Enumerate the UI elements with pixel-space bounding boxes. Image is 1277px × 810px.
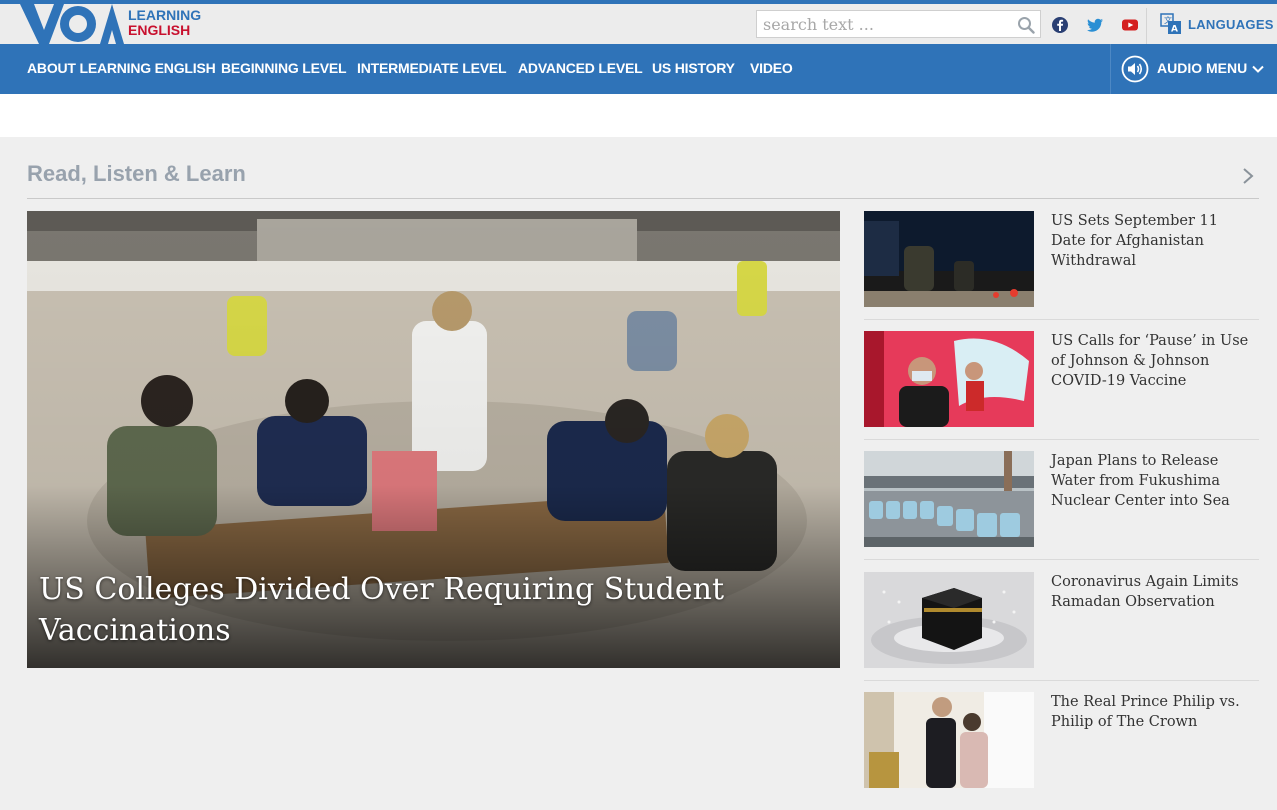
search-icon[interactable] — [1017, 16, 1035, 34]
chevron-right-icon[interactable] — [1241, 166, 1255, 186]
site-logo[interactable]: LEARNING ENGLISH — [20, 4, 220, 44]
story-item[interactable]: Coronavirus Again Limits Ramadan Observa… — [864, 572, 1259, 668]
search-box[interactable] — [756, 10, 1041, 38]
story-divider — [864, 319, 1259, 320]
story-thumbnail — [864, 572, 1034, 668]
story-item[interactable]: US Calls for ‘Pause’ in Use of Johnson &… — [864, 331, 1259, 427]
logo-line-english: ENGLISH — [128, 22, 191, 38]
speaker-icon — [1121, 55, 1149, 83]
logo-line-learning: LEARNING — [128, 7, 202, 23]
section-divider — [27, 198, 1259, 199]
nav-us-history[interactable]: US HISTORY — [652, 60, 735, 76]
story-thumbnail — [864, 211, 1034, 307]
story-item[interactable]: US Sets September 11 Date for Afghanista… — [864, 211, 1259, 307]
nav-intermediate-level[interactable]: INTERMEDIATE LEVEL — [357, 60, 507, 76]
languages-label: LANGUAGES — [1188, 16, 1274, 32]
story-headline[interactable]: Coronavirus Again Limits Ramadan Observa… — [1051, 572, 1256, 612]
nav-about-learning-english[interactable]: ABOUT LEARNING ENGLISH — [27, 60, 216, 76]
svg-text:文: 文 — [1164, 15, 1172, 25]
story-divider — [864, 439, 1259, 440]
story-headline[interactable]: US Sets September 11 Date for Afghanista… — [1051, 211, 1256, 271]
audio-menu-label: AUDIO MENU — [1157, 60, 1248, 76]
facebook-icon[interactable] — [1051, 16, 1069, 34]
audio-menu-button[interactable]: AUDIO MENU — [1110, 44, 1277, 94]
svg-text:A: A — [1171, 25, 1178, 35]
story-thumbnail — [864, 692, 1034, 788]
top-bar: LEARNING ENGLISH 文 A LANGUAGES — [0, 0, 1277, 44]
nav-video[interactable]: VIDEO — [750, 60, 793, 76]
story-item[interactable]: The Real Prince Philip vs. Philip of The… — [864, 692, 1259, 788]
logo-wordmark: LEARNING ENGLISH — [128, 8, 201, 38]
read-listen-learn-section: Read, Listen & Learn US Colleges Divided… — [0, 137, 1277, 810]
story-thumbnail — [864, 451, 1034, 547]
section-title[interactable]: Read, Listen & Learn — [27, 161, 246, 187]
top-bar-divider — [1146, 8, 1147, 44]
hero-story[interactable]: US Colleges Divided Over Requiring Stude… — [27, 211, 840, 668]
youtube-icon[interactable] — [1121, 16, 1139, 34]
story-divider — [864, 680, 1259, 681]
languages-icon: 文 A — [1160, 13, 1181, 35]
main-navigation: ABOUT LEARNING ENGLISH BEGINNING LEVEL I… — [0, 44, 1277, 94]
story-headline[interactable]: US Calls for ‘Pause’ in Use of Johnson &… — [1051, 331, 1256, 391]
story-divider — [864, 559, 1259, 560]
story-headline[interactable]: The Real Prince Philip vs. Philip of The… — [1051, 692, 1256, 732]
languages-button[interactable]: 文 A LANGUAGES — [1160, 12, 1274, 36]
voa-logo-mark — [20, 4, 124, 44]
chevron-down-icon — [1252, 65, 1264, 73]
story-headline[interactable]: Japan Plans to Release Water from Fukush… — [1051, 451, 1256, 511]
story-item[interactable]: Japan Plans to Release Water from Fukush… — [864, 451, 1259, 547]
twitter-icon[interactable] — [1086, 16, 1104, 34]
nav-advanced-level[interactable]: ADVANCED LEVEL — [518, 60, 643, 76]
nav-beginning-level[interactable]: BEGINNING LEVEL — [221, 60, 347, 76]
hero-headline[interactable]: US Colleges Divided Over Requiring Stude… — [39, 569, 759, 651]
search-input[interactable] — [763, 14, 1013, 34]
story-thumbnail — [864, 331, 1034, 427]
